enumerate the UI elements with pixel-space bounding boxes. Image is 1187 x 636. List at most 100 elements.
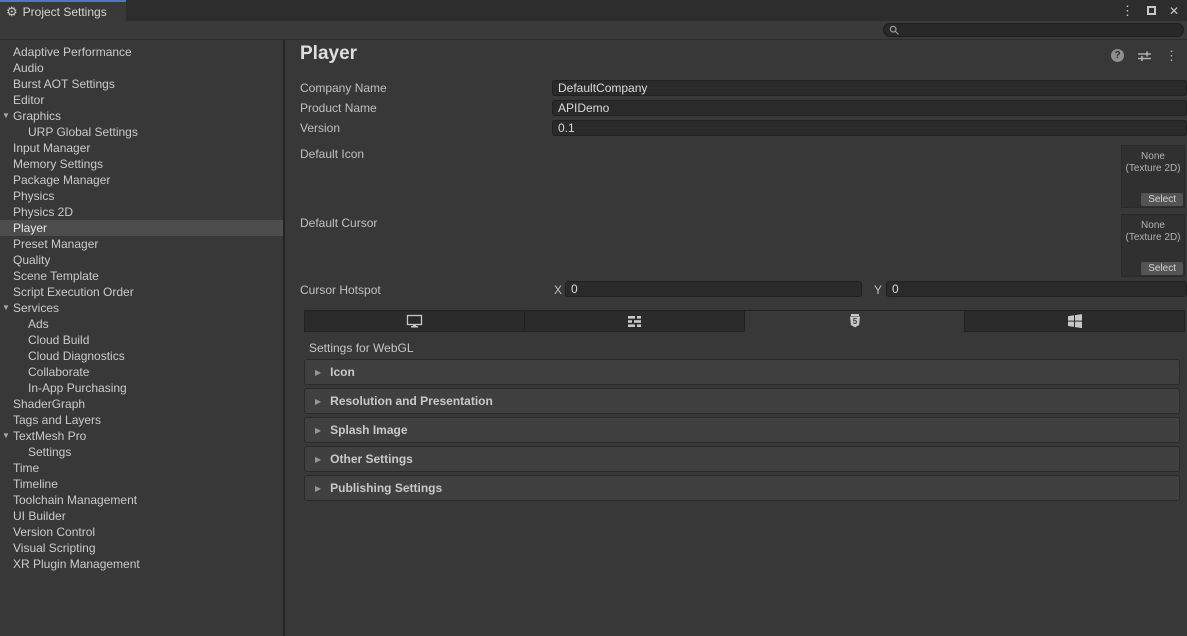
hotspot-y-input[interactable]: 0	[886, 281, 1187, 297]
section-header[interactable]: Other Settings	[304, 446, 1180, 472]
sidebar-item[interactable]: Cloud Build	[0, 332, 283, 348]
sidebar-item-label: Collaborate	[28, 365, 89, 379]
sidebar-item[interactable]: Visual Scripting	[0, 540, 283, 556]
sidebar-item[interactable]: In-App Purchasing	[0, 380, 283, 396]
sidebar-item[interactable]: Script Execution Order	[0, 284, 283, 300]
sidebar-item[interactable]: Player	[0, 220, 283, 236]
help-icon[interactable]: ?	[1111, 49, 1124, 62]
sidebar-item[interactable]: TextMesh Pro	[0, 428, 283, 444]
platform-tab-webgl[interactable]: 5	[744, 310, 964, 332]
sidebar-item[interactable]: Input Manager	[0, 140, 283, 156]
settings-sidebar: Adaptive Performance Audio Burst AOT Set…	[0, 40, 285, 636]
select-button[interactable]: Select	[1141, 262, 1183, 275]
sidebar-item-label: Tags and Layers	[13, 413, 101, 427]
default-icon-well[interactable]: None (Texture 2D) Select	[1121, 145, 1185, 208]
sidebar-item-label: Burst AOT Settings	[13, 77, 115, 91]
sidebar-item[interactable]: Editor	[0, 92, 283, 108]
search-input[interactable]	[883, 23, 1184, 37]
collapsed-triangle-icon	[315, 484, 321, 493]
dedicated-server-icon	[627, 315, 642, 328]
sidebar-item-label: Version Control	[13, 525, 95, 539]
form-field-row: Product Name APIDemo	[300, 98, 1187, 118]
sidebar-item[interactable]: Package Manager	[0, 172, 283, 188]
sidebar-item[interactable]: Settings	[0, 444, 283, 460]
expand-triangle-icon[interactable]	[2, 431, 10, 440]
section-header[interactable]: Publishing Settings	[304, 475, 1180, 501]
sidebar-item[interactable]: Timeline	[0, 476, 283, 492]
sidebar-item-label: Visual Scripting	[13, 541, 96, 555]
panel-header-icons: ? ⋮	[1111, 49, 1178, 62]
sidebar-item-label: Settings	[28, 445, 71, 459]
sidebar-item-label: Audio	[13, 61, 44, 75]
sidebar-item-label: Services	[13, 301, 59, 315]
texture-none-value: None (Texture 2D)	[1122, 215, 1184, 244]
tab-title: Project Settings	[23, 5, 107, 19]
kebab-menu-icon[interactable]: ⋮	[1165, 49, 1178, 62]
hotspot-x-input[interactable]: 0	[565, 281, 862, 297]
sidebar-item[interactable]: Ads	[0, 316, 283, 332]
expand-triangle-icon[interactable]	[2, 303, 10, 312]
sidebar-item[interactable]: Audio	[0, 60, 283, 76]
sidebar-item[interactable]: Services	[0, 300, 283, 316]
sidebar-item-label: Cloud Diagnostics	[28, 349, 125, 363]
select-button[interactable]: Select	[1141, 193, 1183, 206]
field-label: Company Name	[300, 81, 552, 95]
sidebar-item-label: Player	[13, 221, 47, 235]
sidebar-item-label: Toolchain Management	[13, 493, 137, 507]
sidebar-item[interactable]: Physics	[0, 188, 283, 204]
player-settings-panel: Player ? ⋮ Company Name DefaultCompany P…	[287, 40, 1187, 636]
field-label: Version	[300, 121, 552, 135]
sidebar-item-label: Memory Settings	[13, 157, 103, 171]
section-label: Publishing Settings	[330, 481, 442, 495]
platform-tabstrip: 5	[304, 310, 1185, 332]
sidebar-item[interactable]: Preset Manager	[0, 236, 283, 252]
section-label: Icon	[330, 365, 355, 379]
sidebar-item-label: Cloud Build	[28, 333, 89, 347]
sidebar-item[interactable]: Time	[0, 460, 283, 476]
platform-tab-desktop[interactable]	[304, 310, 524, 332]
cursor-hotspot-label: Cursor Hotspot	[300, 283, 381, 297]
sidebar-item[interactable]: Tags and Layers	[0, 412, 283, 428]
sidebar-item[interactable]: Cloud Diagnostics	[0, 348, 283, 364]
section-label: Other Settings	[330, 452, 413, 466]
platform-tab-windows[interactable]	[964, 310, 1185, 332]
sidebar-item[interactable]: Graphics	[0, 108, 283, 124]
sidebar-item[interactable]: Scene Template	[0, 268, 283, 284]
sidebar-item[interactable]: Toolchain Management	[0, 492, 283, 508]
settings-for-platform-label: Settings for WebGL	[309, 341, 414, 355]
sidebar-item[interactable]: Adaptive Performance	[0, 44, 283, 60]
maximize-icon[interactable]	[1147, 6, 1156, 15]
section-label: Splash Image	[330, 423, 407, 437]
sidebar-item[interactable]: XR Plugin Management	[0, 556, 283, 572]
platform-tab-dedicated-server[interactable]	[524, 310, 744, 332]
form-field-row: Company Name DefaultCompany	[300, 78, 1187, 98]
sidebar-item[interactable]: Collaborate	[0, 364, 283, 380]
text-input[interactable]: DefaultCompany	[552, 80, 1187, 96]
collapsed-triangle-icon	[315, 455, 321, 464]
window-menu-icon[interactable]: ⋮	[1121, 4, 1134, 17]
sidebar-item-label: Timeline	[13, 477, 58, 491]
presets-icon[interactable]	[1137, 50, 1152, 62]
sidebar-item[interactable]: ShaderGraph	[0, 396, 283, 412]
default-cursor-well[interactable]: None (Texture 2D) Select	[1121, 214, 1185, 277]
text-input[interactable]: 0.1	[552, 120, 1187, 136]
sidebar-item[interactable]: UI Builder	[0, 508, 283, 524]
sidebar-item[interactable]: Burst AOT Settings	[0, 76, 283, 92]
sidebar-item[interactable]: Version Control	[0, 524, 283, 540]
expand-triangle-icon[interactable]	[2, 111, 10, 120]
sidebar-item[interactable]: URP Global Settings	[0, 124, 283, 140]
section-header[interactable]: Splash Image	[304, 417, 1180, 443]
project-settings-tab[interactable]: ⚙ Project Settings	[0, 0, 126, 21]
text-input[interactable]: APIDemo	[552, 100, 1187, 116]
section-header[interactable]: Icon	[304, 359, 1180, 385]
sidebar-item[interactable]: Quality	[0, 252, 283, 268]
sidebar-item[interactable]: Physics 2D	[0, 204, 283, 220]
sidebar-item-label: Physics	[13, 189, 54, 203]
section-header[interactable]: Resolution and Presentation	[304, 388, 1180, 414]
close-icon[interactable]: ✕	[1169, 5, 1179, 17]
sidebar-item-label: Editor	[13, 93, 44, 107]
title-bar: ⚙ Project Settings ⋮ ✕	[0, 0, 1187, 21]
form-field-row: Version 0.1	[300, 118, 1187, 138]
texture-none-value: None (Texture 2D)	[1122, 146, 1184, 175]
sidebar-item[interactable]: Memory Settings	[0, 156, 283, 172]
